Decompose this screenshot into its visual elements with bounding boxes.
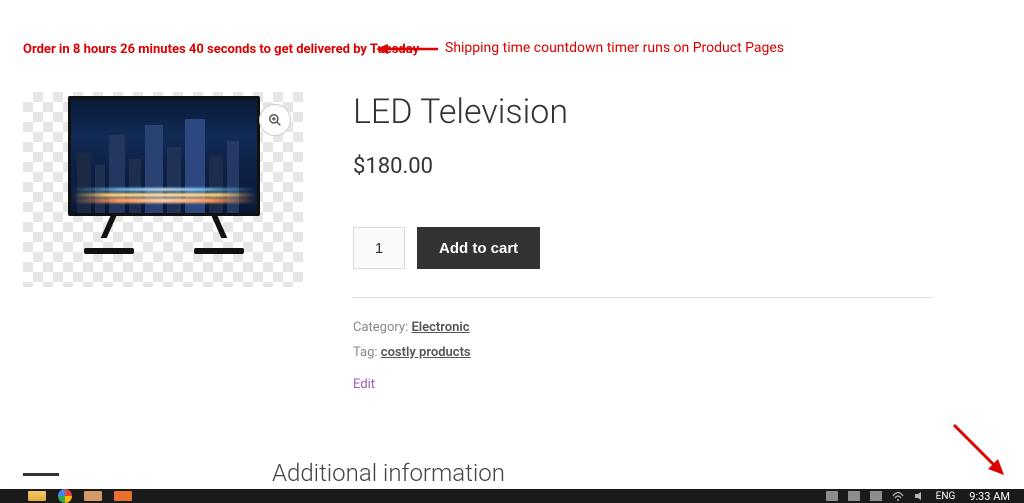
magnify-icon — [268, 113, 282, 127]
taskbar-app-chrome-icon[interactable] — [58, 489, 72, 503]
tray-icon[interactable] — [826, 491, 838, 501]
taskbar-app-explorer-icon[interactable] — [28, 491, 46, 501]
annotation-text: Shipping time countdown timer runs on Pr… — [445, 40, 784, 56]
product-image[interactable] — [23, 92, 303, 287]
product-price: $180.00 — [353, 154, 933, 179]
add-to-cart-button[interactable]: Add to cart — [417, 227, 540, 269]
taskbar[interactable]: ENG 9:33 AM — [0, 489, 1024, 503]
quantity-input[interactable] — [353, 227, 405, 269]
additional-info-heading: Additional information — [272, 459, 505, 487]
wifi-icon[interactable] — [892, 491, 904, 501]
category-label: Category: — [353, 320, 408, 335]
taskbar-app-icon[interactable] — [84, 491, 102, 501]
tray-icon[interactable] — [870, 491, 882, 501]
product-title: LED Television — [353, 92, 933, 132]
category-link[interactable]: Electronic — [411, 320, 469, 335]
language-indicator[interactable]: ENG — [936, 491, 956, 502]
edit-link[interactable]: Edit — [353, 377, 375, 392]
tray-icon[interactable] — [848, 491, 860, 501]
taskbar-app-icon[interactable] — [114, 491, 132, 501]
volume-icon[interactable] — [914, 491, 926, 501]
clock[interactable]: 9:33 AM — [965, 490, 1014, 503]
annotation-arrow-2-icon — [950, 421, 1010, 481]
tag-link[interactable]: costly products — [381, 345, 471, 360]
annotation-arrow-icon — [376, 42, 438, 56]
zoom-button[interactable] — [259, 104, 291, 136]
divider — [353, 297, 933, 298]
tab-indicator — [23, 473, 59, 476]
tag-label: Tag: — [353, 345, 378, 360]
tv-graphic — [68, 96, 260, 256]
